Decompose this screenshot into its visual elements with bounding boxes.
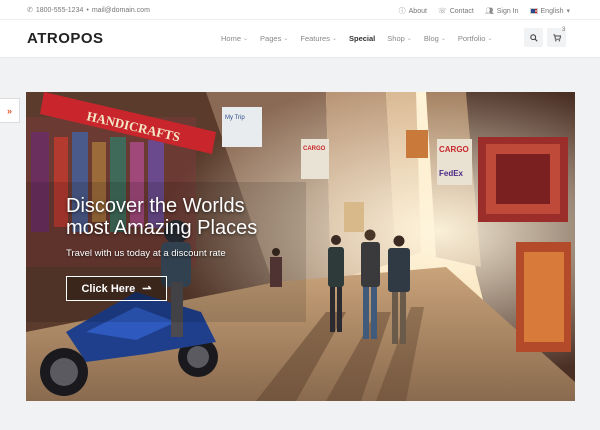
nav-item-label: Shop [387, 34, 405, 43]
nav-item-shop[interactable]: Shop ⌄ [387, 34, 412, 43]
contact-info: ✆ 1800-555-1234 • mail@domain.com [27, 6, 150, 15]
click-here-label: Click Here [81, 282, 136, 295]
nav-item-portfolio[interactable]: Portfolio ⌄ [458, 34, 493, 43]
nav-item-label: Blog [423, 34, 439, 43]
signin-link[interactable]: 👥︎ Sign In [484, 7, 519, 16]
nav-item-home[interactable]: Home ⌄ [221, 34, 248, 43]
chevron-down-icon: ▾ [566, 8, 570, 15]
chevron-down-icon: ⌄ [283, 36, 289, 42]
signin-label: Sign In [496, 7, 519, 15]
nav-item-features[interactable]: Features ⌄ [300, 34, 337, 43]
hero-subtitle: Travel with us today at a discount rate [66, 248, 226, 259]
svg-text:CARGO: CARGO [303, 146, 326, 152]
top-bar: ✆ 1800-555-1234 • mail@domain.com ⓘ Abou… [0, 0, 600, 20]
my-trip-sign: My Trip [222, 107, 262, 147]
phone-icon: ✆ [27, 7, 33, 14]
chevron-down-icon: ⌄ [331, 36, 337, 42]
chevron-down-icon: ⌄ [243, 36, 249, 42]
svg-text:CARGO: CARGO [439, 145, 469, 154]
nav-item-pages[interactable]: Pages ⌄ [260, 34, 288, 43]
cargo-sign: CARGO [301, 139, 329, 179]
language-label: English [540, 7, 564, 15]
language-select[interactable]: English ▾ [529, 7, 570, 15]
users-icon: 👥︎ [484, 8, 494, 15]
top-links: ⓘ About ☏ Contact 👥︎ Sign In English ▾ [399, 6, 570, 16]
nav-item-label: Home [221, 34, 242, 43]
cart-icon [552, 33, 561, 42]
hero-title-line2: most Amazing Places [66, 217, 258, 239]
hero-title: Discover the Worlds most Amazing Places [66, 195, 326, 239]
site-logo[interactable]: ATROPOS [27, 30, 104, 47]
chevron-down-icon: ⌄ [406, 36, 412, 42]
chevron-down-icon: ⌄ [440, 36, 446, 42]
double-chevron-right-icon: » [6, 105, 12, 116]
contact-label: Contact [449, 7, 474, 15]
nav-item-label: Special [349, 34, 376, 43]
side-panel-toggle[interactable]: » [0, 98, 20, 123]
main-nav: Home ⌄ Pages ⌄ Features ⌄ Special Shop ⌄ Blog ⌄ Por… [221, 34, 504, 43]
nav-item-label: Portfolio [457, 34, 486, 43]
separator: • [86, 6, 89, 14]
cart-count-badge: 3 [562, 27, 566, 33]
contact-link[interactable]: ☏ Contact [437, 7, 474, 16]
click-here-button[interactable]: Click Here ⇀ [66, 276, 167, 301]
nav-item-blog[interactable]: Blog ⌄ [424, 34, 446, 43]
search-button[interactable] [524, 28, 543, 47]
hero-title-line1: Discover the Worlds [66, 195, 245, 217]
info-icon: ⓘ [398, 8, 406, 15]
phone-number[interactable]: 1800-555-1234 [36, 7, 84, 14]
nav-item-special[interactable]: Special [349, 34, 375, 43]
about-link[interactable]: ⓘ About [399, 6, 427, 16]
chevron-down-icon: ⌄ [487, 36, 493, 42]
svg-text:FedEx: FedEx [439, 169, 464, 178]
arrow-right-icon: ⇀ [142, 283, 152, 295]
nav-item-label: Pages [260, 34, 282, 43]
cargo-fedex-sign: CARGO FedEx [437, 139, 472, 185]
search-icon [529, 33, 538, 42]
hero-slider: HANDICRAFTS CARGO CARGO FedEx My Trip Di… [26, 92, 575, 401]
nav-item-label: Features [300, 34, 330, 43]
hero-background-image: HANDICRAFTS CARGO CARGO FedEx My Trip [26, 92, 575, 401]
main-header: ATROPOS Home ⌄ Pages ⌄ Features ⌄ Special Shop ⌄… [0, 20, 600, 58]
email-address[interactable]: mail@domain.com [92, 7, 150, 14]
us-flag-icon [529, 8, 538, 14]
svg-text:My Trip: My Trip [225, 115, 245, 121]
phone-icon: ☏ [437, 8, 447, 15]
about-label: About [408, 7, 427, 15]
